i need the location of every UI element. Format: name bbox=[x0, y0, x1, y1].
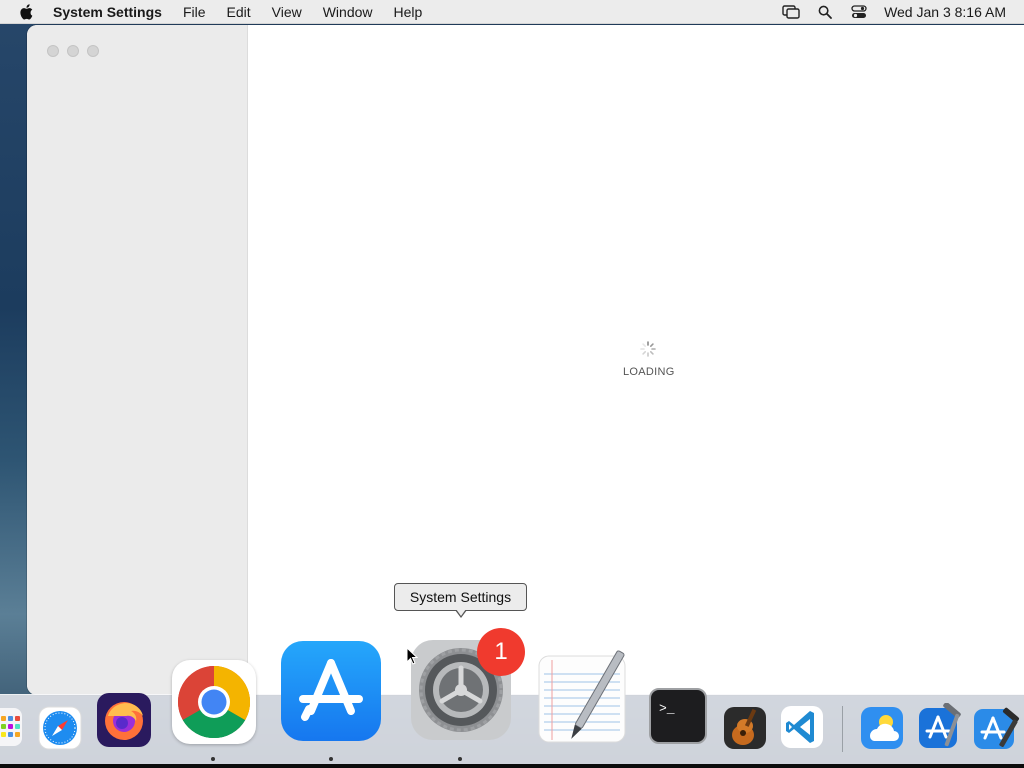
menu-bar: System Settings File Edit View Window He… bbox=[0, 0, 1024, 24]
spotlight-search-icon[interactable] bbox=[816, 4, 834, 20]
minimize-window-button[interactable] bbox=[67, 45, 79, 57]
settings-content-pane bbox=[248, 25, 1024, 695]
system-settings-running-indicator bbox=[458, 757, 462, 761]
firefox-icon[interactable] bbox=[96, 692, 152, 748]
notification-badge: 1 bbox=[477, 628, 525, 676]
close-window-button[interactable] bbox=[47, 45, 59, 57]
zoom-window-button[interactable] bbox=[87, 45, 99, 57]
mouse-cursor-icon bbox=[406, 647, 418, 665]
xcode-icon[interactable] bbox=[916, 703, 964, 751]
app-store-running-indicator bbox=[329, 757, 333, 761]
menu-help[interactable]: Help bbox=[394, 4, 423, 20]
terminal-icon[interactable]: >_ bbox=[649, 688, 707, 744]
control-center-icon[interactable] bbox=[850, 4, 868, 20]
chrome-icon[interactable] bbox=[172, 660, 256, 744]
app-store-icon[interactable] bbox=[281, 641, 381, 741]
launchpad-icon[interactable] bbox=[0, 706, 22, 748]
garageband-icon[interactable] bbox=[723, 705, 767, 751]
weather-icon[interactable] bbox=[860, 706, 904, 750]
tooltip-tail-inner bbox=[456, 609, 466, 616]
menu-bar-clock[interactable]: Wed Jan 3 8:16 AM bbox=[884, 4, 1006, 20]
menu-window[interactable]: Window bbox=[323, 4, 373, 20]
loading-label: LOADING bbox=[623, 366, 675, 378]
menu-file[interactable]: File bbox=[183, 4, 206, 20]
loading-spinner-icon bbox=[640, 341, 656, 357]
app-name-menu[interactable]: System Settings bbox=[53, 4, 162, 20]
menu-edit[interactable]: Edit bbox=[227, 4, 251, 20]
vscode-icon[interactable] bbox=[780, 705, 824, 749]
dock-shadow bbox=[0, 764, 1024, 768]
menu-view[interactable]: View bbox=[272, 4, 302, 20]
svg-text:>_: >_ bbox=[659, 701, 675, 716]
xcode-beta-icon[interactable] bbox=[972, 704, 1024, 752]
safari-icon[interactable] bbox=[38, 706, 82, 750]
chrome-running-indicator bbox=[211, 757, 215, 761]
textedit-icon[interactable] bbox=[536, 650, 628, 744]
apple-menu-icon[interactable] bbox=[19, 3, 35, 21]
sidebar bbox=[27, 25, 248, 695]
screen-mirroring-icon[interactable] bbox=[782, 4, 800, 20]
dock-divider bbox=[842, 706, 843, 752]
dock-tooltip: System Settings bbox=[394, 583, 527, 611]
